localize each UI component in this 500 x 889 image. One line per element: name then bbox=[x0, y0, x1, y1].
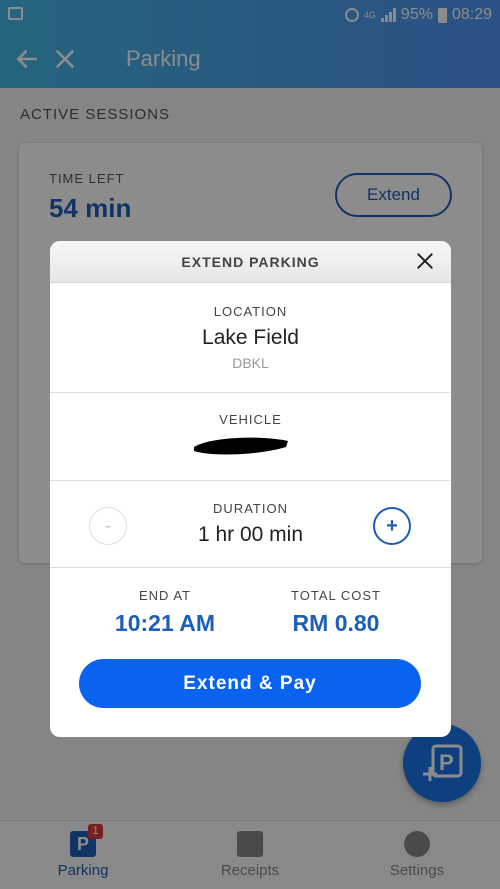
total-cost-value: RM 0.80 bbox=[292, 610, 380, 636]
dialog-close-icon[interactable] bbox=[415, 251, 435, 271]
location-section: LOCATION Lake Field DBKL bbox=[50, 283, 451, 393]
location-label: LOCATION bbox=[213, 304, 288, 319]
vehicle-label: VEHICLE bbox=[219, 412, 282, 427]
extend-and-pay-button[interactable]: Extend & Pay bbox=[79, 659, 421, 708]
redacted-plate bbox=[194, 437, 288, 455]
duration-section: DURATION 1 hr 00 min - + bbox=[50, 481, 451, 568]
dialog-title: EXTEND PARKING bbox=[181, 254, 320, 270]
extend-parking-dialog: EXTEND PARKING LOCATION Lake Field DBKL … bbox=[50, 241, 451, 737]
total-cost-block: TOTAL COST RM 0.80 bbox=[236, 588, 436, 637]
dialog-header: EXTEND PARKING bbox=[50, 241, 451, 283]
end-at-label: END AT bbox=[139, 588, 191, 603]
decrease-duration-button[interactable]: - bbox=[89, 507, 127, 545]
location-name: Lake Field bbox=[202, 326, 299, 349]
increase-duration-button[interactable]: + bbox=[373, 507, 411, 545]
vehicle-section: VEHICLE bbox=[50, 393, 451, 481]
location-authority: DBKL bbox=[232, 355, 269, 371]
end-at-block: END AT 10:21 AM bbox=[65, 588, 265, 637]
summary-section: END AT 10:21 AM TOTAL COST RM 0.80 bbox=[50, 568, 451, 736]
total-cost-label: TOTAL COST bbox=[291, 588, 381, 603]
end-at-value: 10:21 AM bbox=[114, 610, 216, 636]
